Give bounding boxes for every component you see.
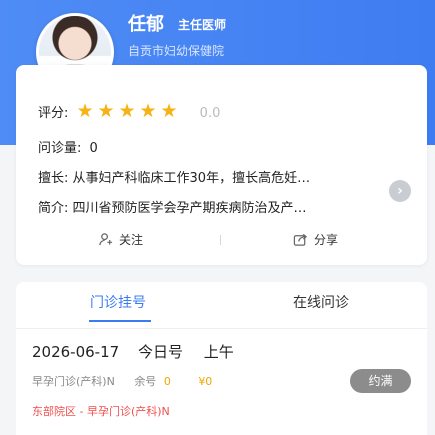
slot-price: ¥0	[198, 375, 213, 388]
rating-label: 评分:	[38, 106, 69, 121]
tab-online-consultation[interactable]: 在线问诊	[293, 292, 349, 312]
specialty-text: 从事妇产科临床工作30年，擅长高危妊…	[72, 171, 311, 186]
intro-text: 四川省预防医学会孕产期疾病防治及产…	[72, 201, 307, 216]
rating-stars: ★ ★ ★ ★ ★	[77, 102, 186, 121]
booking-status-button[interactable]: 约满	[350, 369, 411, 393]
schedule-slot: 2026-06-17 今日号 上午 早孕门诊(产科)N 余号 0 ¥0 约满 东…	[16, 329, 427, 435]
doctor-profile-card: 评分: ★ ★ ★ ★ ★ 0.0 问诊量: 0 擅长: 从事妇产科临床工作30年，擅长…	[16, 65, 427, 265]
intro-row: 简介: 四川省预防医学会孕产期疾病防治及产…	[38, 197, 307, 216]
slot-date-row: 2026-06-17 今日号 上午	[32, 341, 234, 362]
follow-button[interactable]: 关注	[98, 231, 143, 248]
action-bar: 关注 分享	[16, 231, 427, 251]
consult-label: 问诊量:	[38, 141, 82, 156]
doctor-name: 任郁	[128, 14, 164, 35]
slot-day-label: 今日号	[137, 343, 183, 361]
action-divider	[220, 235, 221, 245]
doctor-hospital: 自贡市妇幼保健院	[128, 44, 225, 58]
slot-period: 上午	[203, 343, 234, 361]
tab-clinic-registration[interactable]: 门诊挂号	[90, 292, 146, 312]
slot-meta-row: 早孕门诊(产科)N 余号 0 ¥0	[32, 373, 212, 389]
consult-row: 问诊量: 0	[38, 137, 98, 156]
person-icon	[99, 233, 113, 246]
star-icon: ★	[118, 100, 136, 122]
star-icon: ★	[139, 100, 157, 122]
doctor-title: 主任医师	[178, 18, 227, 32]
rating-value: 0.0	[199, 106, 221, 121]
active-tab-indicator	[89, 320, 151, 322]
rating-row: 评分: ★ ★ ★ ★ ★ 0.0	[38, 102, 221, 122]
slot-location: 东部院区 - 早孕门诊(产科)N	[32, 405, 170, 418]
specialty-label: 擅长:	[38, 171, 69, 186]
consult-value: 0	[89, 141, 98, 156]
expand-arrow-icon[interactable]: ›	[389, 180, 411, 202]
intro-label: 简介:	[38, 201, 69, 216]
specialty-row: 擅长: 从事妇产科临床工作30年，擅长高危妊…	[38, 167, 310, 186]
slot-remaining-value: 0	[163, 375, 171, 388]
share-icon	[293, 233, 308, 246]
slot-clinic-type: 早孕门诊(产科)N	[32, 375, 115, 388]
follow-label: 关注	[119, 233, 144, 247]
slot-remaining-label: 余号	[134, 375, 157, 388]
star-icon: ★	[97, 100, 115, 122]
share-button[interactable]: 分享	[293, 231, 338, 248]
star-icon: ★	[160, 100, 178, 122]
share-label: 分享	[314, 233, 339, 247]
slot-date: 2026-06-17	[32, 343, 120, 361]
star-icon: ★	[76, 100, 94, 122]
tab-bar: 门诊挂号 在线问诊	[16, 282, 427, 328]
